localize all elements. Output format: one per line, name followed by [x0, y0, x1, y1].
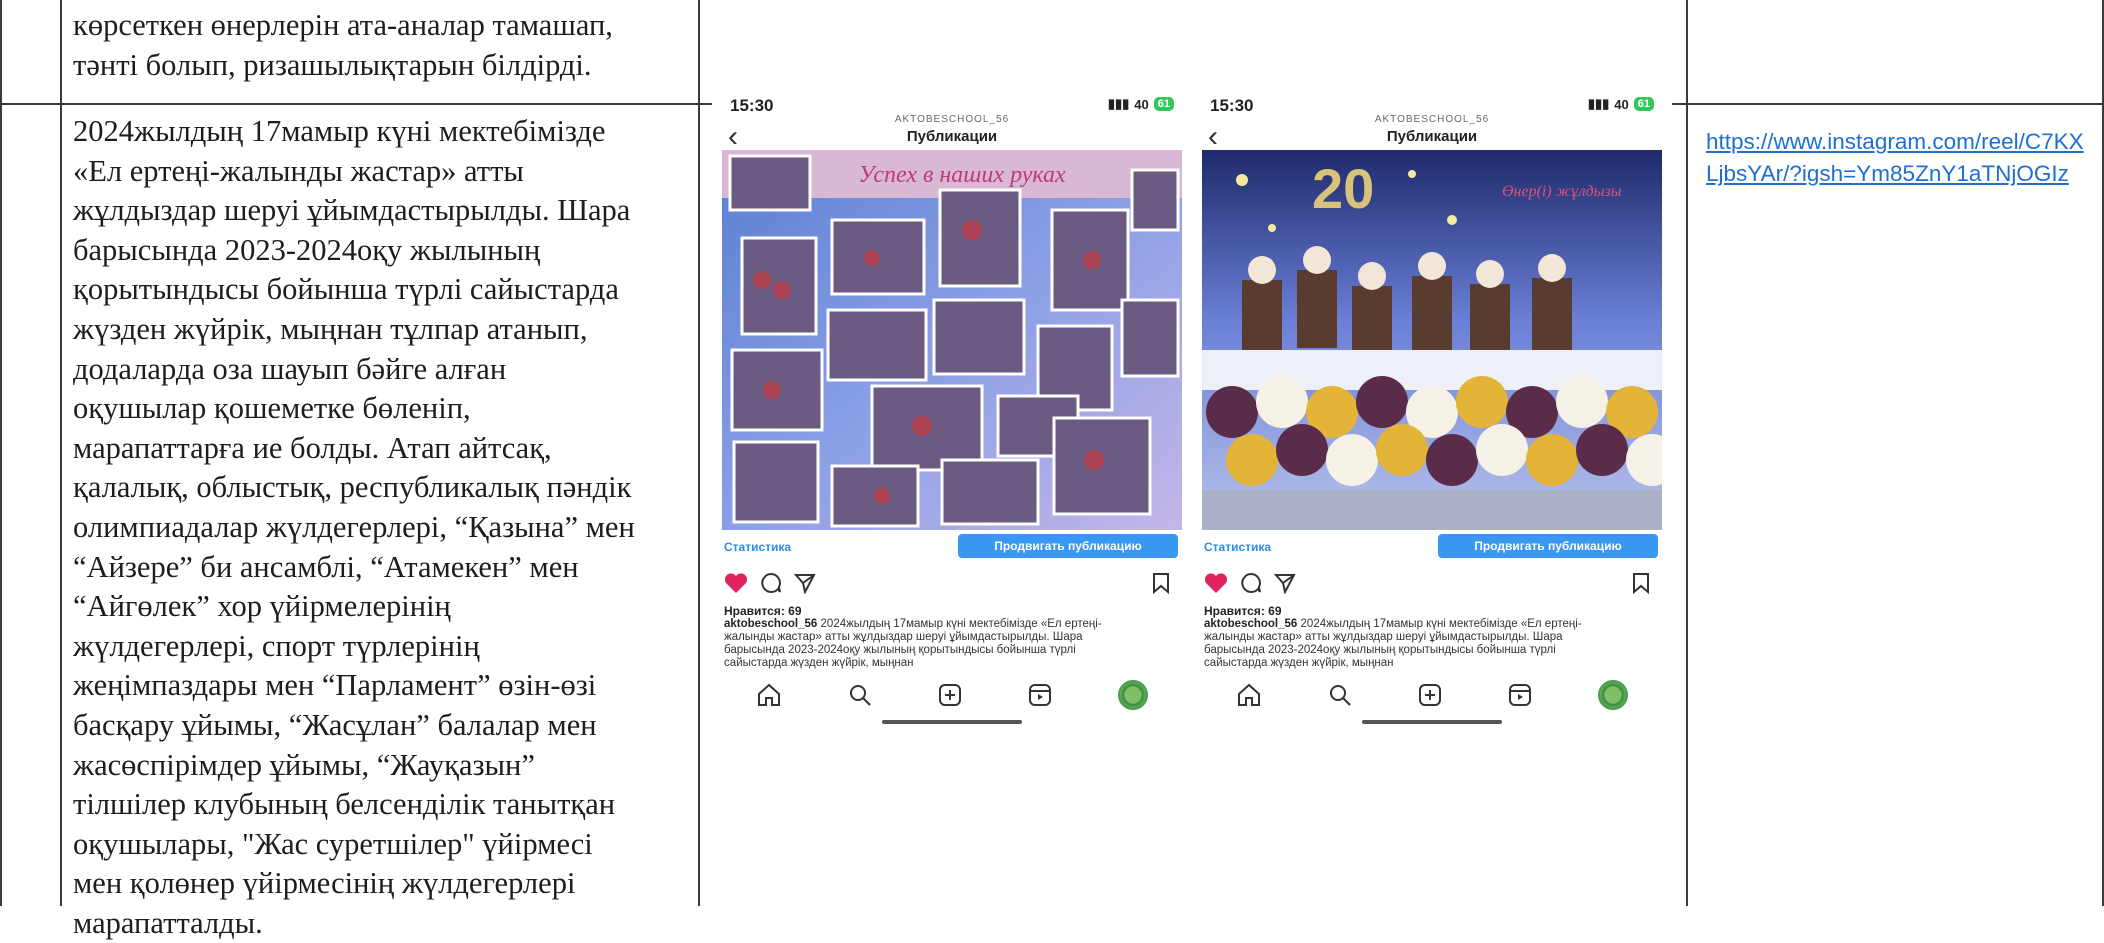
post-actions: [724, 572, 816, 594]
text-line: жеңімпаздары мен “Парламент” өзін-өзі: [73, 668, 597, 703]
reels-icon[interactable]: [1027, 682, 1053, 708]
promote-button[interactable]: Продвигать публикацию: [1438, 534, 1658, 558]
status-time: 15:30: [730, 96, 774, 115]
likes-count: Нравится: 69: [1204, 604, 1282, 618]
signal-icon: ▮▮▮: [1587, 96, 1610, 111]
statistics-link[interactable]: Статистика: [724, 540, 791, 554]
text-line: “Айзере” би ансамблі, “Атамекен” мен: [73, 549, 579, 584]
stage-number: 20: [1312, 157, 1374, 220]
home-icon[interactable]: [1236, 682, 1262, 708]
status-bar: ▮▮▮ 40 61: [1108, 96, 1174, 112]
signal-label: 40: [1134, 96, 1149, 112]
heart-icon[interactable]: [724, 572, 748, 594]
screen-title: Публикации: [906, 128, 998, 145]
reels-icon[interactable]: [1507, 682, 1533, 708]
battery-icon: 61: [1633, 97, 1654, 111]
status-bar: ▮▮▮ 40 61: [1588, 96, 1654, 112]
banner-text: Успех в наших руках: [858, 162, 1066, 188]
add-icon[interactable]: [937, 682, 963, 708]
profile-avatar-icon[interactable]: [1597, 680, 1628, 710]
table-column-divider: [60, 0, 62, 906]
heart-icon[interactable]: [1204, 572, 1228, 594]
text-line: барысында 2023-2024оқу жылының: [73, 232, 541, 267]
text-line: марапатталды.: [73, 905, 263, 940]
post-photo[interactable]: Успех в наших руках: [722, 150, 1182, 530]
home-icon[interactable]: [756, 682, 782, 708]
share-icon[interactable]: [794, 572, 816, 594]
promote-button[interactable]: Продвигать публикацию: [958, 534, 1178, 558]
add-icon[interactable]: [1417, 682, 1443, 708]
battery-icon: 61: [1153, 97, 1174, 111]
comment-icon[interactable]: [1240, 572, 1262, 594]
post-photo[interactable]: 20 Өнер(і) жұлдызы: [1202, 150, 1662, 530]
screen-title: Публикации: [1386, 128, 1478, 145]
bottom-nav: [1192, 680, 1672, 710]
text-line: додаларда оза шауып бәйге алған: [73, 351, 507, 386]
instagram-screenshot-right: 15:30 ▮▮▮ 40 61 ‹ AKTOBESCHOOL_56 Публик…: [1192, 88, 1672, 728]
share-icon[interactable]: [1274, 572, 1296, 594]
table-column-divider: [1686, 0, 1688, 906]
search-icon[interactable]: [847, 682, 873, 708]
caption-username[interactable]: aktobeschool_56: [1204, 618, 1297, 630]
row2-description: 2024жылдың 17мамыр күні мектебімізде «Ел…: [73, 112, 635, 943]
stage-photo-image: 20 Өнер(і) жұлдызы: [1202, 150, 1662, 530]
account-name: AKTOBESCHOOL_56: [894, 114, 1010, 125]
instagram-screenshot-left: 15:30 ▮▮▮ 40 61 ‹ AKTOBESCHOOL_56 Публик…: [712, 88, 1192, 728]
bookmark-icon[interactable]: [1632, 572, 1650, 594]
statistics-link[interactable]: Статистика: [1204, 540, 1271, 554]
text-line: тәнті болып, ризашылықтарын білдірді.: [73, 47, 592, 82]
text-line: жүзден жүйрік, мыңнан тұлпар атанып,: [73, 311, 588, 346]
caption-username[interactable]: aktobeschool_56: [724, 618, 817, 630]
photo-board-image: Успех в наших руках: [722, 150, 1182, 530]
post-caption: aktobeschool_56 2024жылдың 17мамыр күні …: [724, 618, 1124, 674]
home-indicator: [1362, 720, 1502, 724]
post-caption: aktobeschool_56 2024жылдың 17мамыр күні …: [1204, 618, 1604, 674]
bottom-nav: [712, 680, 1192, 710]
status-time: 15:30: [1210, 96, 1254, 115]
text-line: марапаттарға ие болды. Атап айтсақ,: [73, 430, 552, 465]
text-line: жүлдегерлері, спорт түрлерінің: [73, 628, 480, 663]
text-line: жасөспірімдер ұйымы, “Жауқазын”: [73, 747, 535, 782]
stage-banner-text: Өнер(і) жұлдызы: [1502, 183, 1622, 200]
comment-icon[interactable]: [760, 572, 782, 594]
profile-avatar-icon[interactable]: [1117, 680, 1148, 710]
text-line: 2024жылдың 17мамыр күні мектебімізде: [73, 114, 606, 148]
account-name: AKTOBESCHOOL_56: [1374, 114, 1490, 125]
table-border-left: [0, 0, 2, 906]
search-icon[interactable]: [1327, 682, 1353, 708]
text-line: қорытындысы бойынша түрлі сайыстарда: [73, 272, 619, 307]
text-line: оқушылар қошеметке бөленіп,: [73, 391, 471, 426]
text-line: «Ел ертеңі-жалынды жастар» атты: [73, 153, 524, 188]
signal-label: 40: [1614, 96, 1629, 112]
text-line: жұлдыздар шеруі ұйымдастырылды. Шара: [73, 193, 631, 228]
instagram-link[interactable]: https://www.instagram.com/reel/C7KXLjbsY…: [1706, 126, 2086, 190]
signal-icon: ▮▮▮: [1107, 96, 1130, 111]
table-column-divider: [698, 0, 700, 906]
text-line: мен қолөнер үйірмесінің жүлдегерлері: [73, 866, 576, 901]
bookmark-icon[interactable]: [1152, 572, 1170, 594]
post-actions: [1204, 572, 1296, 594]
text-line: көрсеткен өнерлерін ата-аналар тамашап,: [73, 8, 613, 42]
text-line: олимпиадалар жүлдегерлері, “Қазына” мен: [73, 509, 635, 544]
text-line: оқушылары, "Жас суретшілер" үйірмесі: [73, 826, 593, 861]
home-indicator: [882, 720, 1022, 724]
text-line: қалалық, облыстық, республикалық пәндік: [73, 470, 632, 505]
text-line: “Айгөлек” хор үйірмелерінің: [73, 589, 451, 624]
likes-count: Нравится: 69: [724, 604, 802, 618]
text-line: тілшілер клубының белсенділік танытқан: [73, 787, 616, 822]
text-line: басқару ұйымы, “Жасұлан” балалар мен: [73, 707, 597, 742]
row1-description: көрсеткен өнерлерін ата-аналар тамашап, …: [73, 6, 613, 85]
